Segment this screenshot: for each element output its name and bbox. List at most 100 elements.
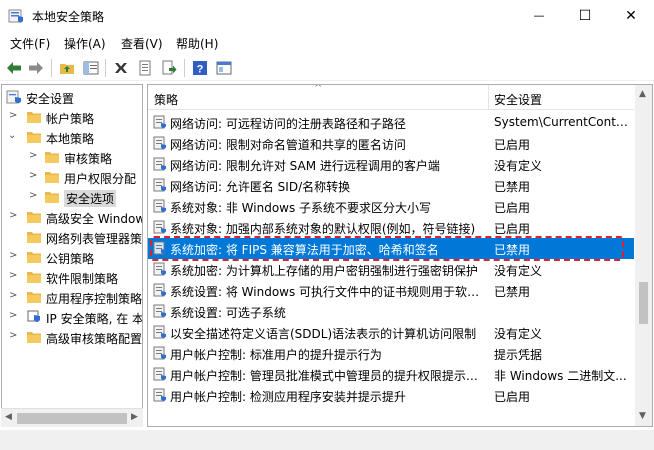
toolbar: ?	[0, 54, 654, 81]
tree-item-local-policies[interactable]: ⌄ 本地策略	[2, 127, 142, 147]
chevron-right-icon[interactable]: >	[9, 270, 19, 281]
tree-item-label: 审核策略	[64, 152, 113, 166]
scroll-down-icon[interactable]: ▼	[639, 411, 646, 421]
table-row[interactable]: 用户帐户控制: 检测应用程序安装并提示提升 已启用	[148, 385, 634, 406]
tree-item-label: 高级审核策略配置	[46, 332, 143, 346]
chevron-right-icon[interactable]: >	[9, 110, 19, 121]
chevron-right-icon[interactable]: >	[9, 250, 19, 261]
tree-item-account-policies[interactable]: > 帐户策略	[2, 107, 142, 127]
scroll-right-icon[interactable]: ▶	[131, 412, 138, 422]
menu-file[interactable]: 文件(F)	[10, 35, 50, 52]
tree-horizontal-scrollbar[interactable]: ◀ ▶	[1, 408, 143, 427]
show-tree-button[interactable]	[81, 58, 101, 78]
policy-item-icon	[153, 367, 166, 381]
table-row[interactable]: 网络访问: 允许匿名 SID/名称转换 已禁用	[148, 175, 634, 196]
tree-item-software-restriction[interactable]: > 软件限制策略	[2, 267, 142, 287]
policy-item-icon	[153, 178, 166, 192]
folder-icon	[27, 132, 41, 143]
help-button[interactable]: ?	[190, 58, 210, 78]
delete-button[interactable]	[111, 58, 131, 78]
chevron-down-icon[interactable]: ⌄	[8, 130, 18, 141]
table-row[interactable]: 系统设置: 可选子系统	[148, 301, 634, 322]
policy-name: 系统加密: 为计算机上存储的用户密钥强制进行强密钥保护	[170, 264, 478, 278]
policy-setting: 已禁用	[494, 243, 531, 257]
title-bar: 本地安全策略 — ☐ ✕	[0, 0, 654, 31]
policy-name: 系统对象: 加强内部系统对象的默认权限(例如，符号链接)	[170, 222, 476, 236]
close-button[interactable]: ✕	[608, 0, 654, 31]
policy-item-icon	[153, 157, 166, 171]
table-row[interactable]: 以安全描述符定义语言(SDDL)语法表示的计算机访问限制 没有定义	[148, 322, 634, 343]
status-bar	[0, 430, 654, 450]
chevron-right-icon[interactable]: >	[9, 210, 19, 221]
tree-item-public-key[interactable]: > 公钥策略	[2, 247, 142, 267]
table-row[interactable]: 用户帐户控制: 标准用户的提升提示行为 提示凭据	[148, 343, 634, 364]
navigation-tree: 安全设置 > 帐户策略 ⌄ 本地策略 > 审核策略 > 用户权限分配 > 安全选…	[1, 84, 143, 427]
properties-button[interactable]	[135, 58, 155, 78]
chevron-right-icon[interactable]: >	[29, 190, 39, 201]
up-level-button[interactable]	[57, 58, 77, 78]
column-divider[interactable]	[488, 85, 489, 110]
forward-button[interactable]	[26, 58, 46, 78]
folder-icon	[27, 112, 41, 123]
table-row[interactable]: 系统加密: 将 FIPS 兼容算法用于加密、哈希和签名 已禁用	[148, 238, 634, 259]
table-row[interactable]: 网络访问: 可远程访问的注册表路径和子路径 System\CurrentContr…	[148, 112, 634, 133]
chevron-right-icon[interactable]: >	[9, 290, 19, 301]
export-list-button[interactable]	[159, 58, 179, 78]
folder-icon	[27, 232, 41, 243]
chevron-right-icon[interactable]: >	[29, 150, 39, 161]
chevron-right-icon[interactable]: >	[9, 330, 19, 341]
tree-item-audit-policy[interactable]: > 审核策略	[2, 147, 142, 167]
policy-setting: 提示凭据	[494, 348, 543, 362]
tree-item-windows-firewall[interactable]: > 高级安全 Windows	[2, 207, 142, 227]
folder-icon	[45, 192, 59, 203]
tree-item-user-rights[interactable]: > 用户权限分配	[2, 167, 142, 187]
tree-item-ip-security[interactable]: > IP 安全策略, 在 本	[2, 307, 142, 327]
window-title: 本地安全策略	[32, 10, 105, 24]
scrollbar-thumb[interactable]	[639, 282, 648, 324]
policy-item-icon	[153, 388, 166, 402]
table-row[interactable]: 网络访问: 限制允许对 SAM 进行远程调用的客户端 没有定义	[148, 154, 634, 175]
folder-icon	[27, 212, 41, 223]
menu-action[interactable]: 操作(A)	[64, 35, 106, 52]
table-row[interactable]: 系统对象: 非 Windows 子系统不要求区分大小写 已启用	[148, 196, 634, 217]
policy-list: ^ 策略 安全设置 网络访问: 可远程访问的注册表路径和子路径 System\Cu…	[147, 84, 653, 427]
security-settings-icon	[6, 90, 21, 104]
policy-setting: 已启用	[494, 390, 531, 404]
back-button[interactable]	[4, 58, 24, 78]
toolbar-separator	[184, 59, 185, 77]
chevron-right-icon[interactable]: >	[29, 170, 39, 181]
scroll-up-icon[interactable]: ▲	[639, 89, 646, 99]
minimize-button[interactable]: —	[516, 0, 562, 31]
column-header-policy[interactable]: 策略	[154, 91, 178, 108]
column-header-setting[interactable]: 安全设置	[494, 91, 542, 108]
menu-view[interactable]: 查看(V)	[121, 35, 163, 52]
menu-help[interactable]: 帮助(H)	[176, 35, 218, 52]
toolbar-separator	[51, 59, 52, 77]
export-icon	[162, 60, 177, 75]
table-row[interactable]: 用户帐户控制: 管理员批准模式中管理员的提升权限提示的... 非 Windows …	[148, 364, 634, 385]
tree-item-security-settings[interactable]: 安全设置	[2, 87, 142, 107]
scroll-left-icon[interactable]: ◀	[5, 412, 12, 422]
menu-bar: 文件(F) 操作(A) 查看(V) 帮助(H)	[0, 31, 654, 53]
tree-item-advanced-audit[interactable]: > 高级审核策略配置	[2, 327, 143, 347]
tree-item-label: 软件限制策略	[46, 272, 119, 286]
back-icon	[7, 62, 21, 74]
table-row[interactable]: 系统加密: 为计算机上存储的用户密钥强制进行强密钥保护 没有定义	[148, 259, 634, 280]
scrollbar-thumb[interactable]	[17, 413, 127, 424]
list-header: ^ 策略 安全设置	[148, 85, 634, 110]
table-row[interactable]: 系统设置: 将 Windows 可执行文件中的证书规则用于软件... 已禁用	[148, 280, 634, 301]
policy-name: 用户帐户控制: 管理员批准模式中管理员的提升权限提示的...	[170, 369, 488, 383]
tree-item-security-options[interactable]: > 安全选项	[2, 187, 142, 207]
tree-item-network-list[interactable]: 网络列表管理器策略	[2, 227, 142, 247]
console-icon	[216, 61, 232, 75]
folder-icon	[45, 152, 59, 163]
maximize-button[interactable]: ☐	[562, 0, 608, 31]
list-vertical-scrollbar[interactable]: ▲ ▼	[635, 85, 652, 426]
console-button[interactable]	[214, 58, 234, 78]
policy-name: 网络访问: 允许匿名 SID/名称转换	[170, 180, 351, 194]
ip-security-icon	[27, 310, 40, 322]
table-row[interactable]: 网络访问: 限制对命名管道和共享的匿名访问 已启用	[148, 133, 634, 154]
table-row[interactable]: 系统对象: 加强内部系统对象的默认权限(例如，符号链接) 已启用	[148, 217, 634, 238]
tree-item-app-control[interactable]: > 应用程序控制策略	[2, 287, 142, 307]
chevron-right-icon[interactable]: >	[9, 310, 19, 321]
